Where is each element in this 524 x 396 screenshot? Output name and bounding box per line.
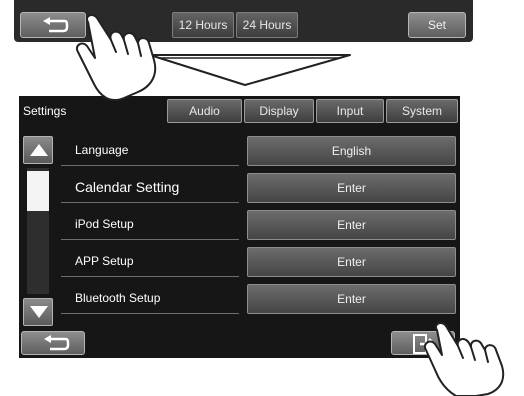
bluetooth-setup-enter-button[interactable]: Enter (247, 284, 456, 314)
clock-format-panel: 12 Hours 24 Hours Set (14, 0, 473, 42)
row-label-language: Language (61, 136, 239, 166)
exit-icon (413, 334, 436, 354)
settings-screen: Settings Audio Display Input System Lang… (19, 96, 460, 358)
row-label-app-setup: APP Setup (61, 247, 239, 277)
scroll-down-button[interactable] (23, 298, 53, 326)
row-label-ipod-setup: iPod Setup (61, 210, 239, 240)
set-button[interactable]: Set (408, 12, 466, 38)
tab-audio[interactable]: Audio (167, 99, 242, 123)
ipod-setup-enter-button[interactable]: Enter (247, 210, 456, 240)
triangle-up-icon (30, 144, 48, 156)
panel-back-button[interactable] (20, 12, 86, 38)
back-arrow-icon (43, 17, 69, 33)
tab-display[interactable]: Display (244, 99, 314, 123)
tab-system[interactable]: System (386, 99, 458, 123)
hours-12-button[interactable]: 12 Hours (172, 12, 234, 38)
scrollbar[interactable] (23, 136, 53, 326)
exit-button[interactable] (391, 331, 455, 355)
scroll-up-button[interactable] (23, 136, 53, 164)
hours-24-button[interactable]: 24 Hours (236, 12, 298, 38)
page-title: Settings (23, 104, 67, 118)
language-button[interactable]: English (247, 136, 456, 166)
row-label-calendar-setting: Calendar Setting (61, 173, 239, 203)
triangle-down-icon (30, 306, 48, 318)
row-label-bluetooth-setup: Bluetooth Setup (61, 284, 239, 314)
back-button[interactable] (21, 331, 85, 355)
back-arrow-icon (44, 335, 70, 351)
calendar-setting-enter-button[interactable]: Enter (247, 173, 456, 203)
down-transition-arrow (149, 54, 351, 86)
tab-input[interactable]: Input (316, 99, 384, 123)
app-setup-enter-button[interactable]: Enter (247, 247, 456, 277)
scroll-thumb[interactable] (27, 171, 49, 211)
